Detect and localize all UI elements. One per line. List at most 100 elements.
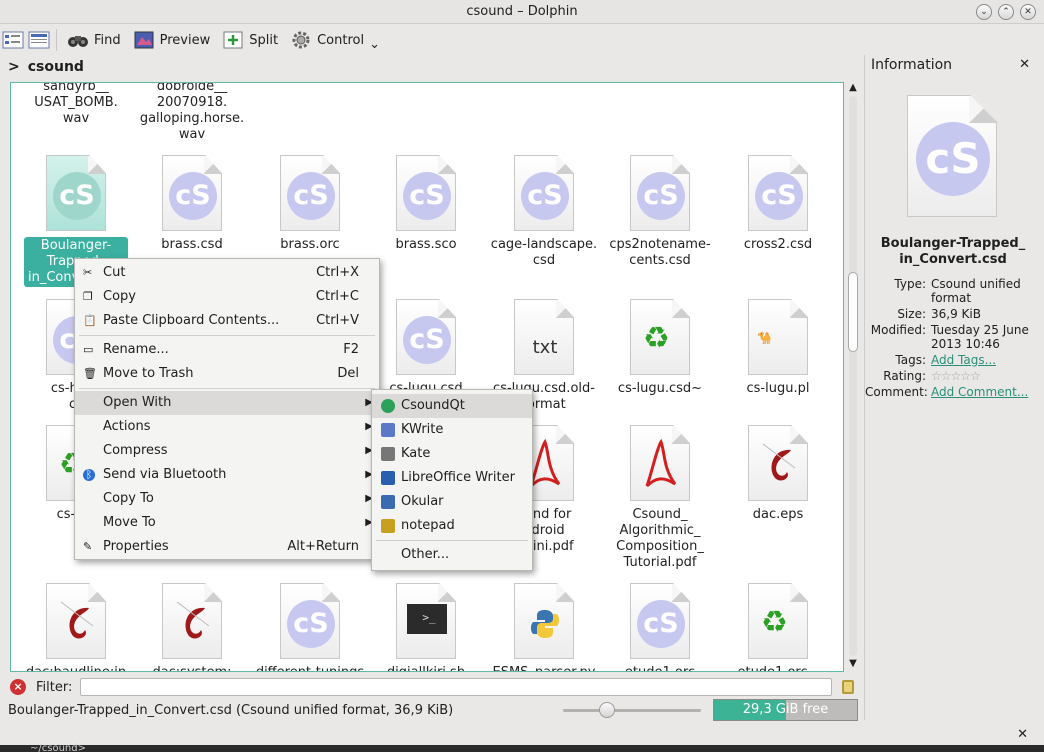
row1-file-1[interactable]: cS brass.csd xyxy=(137,155,247,253)
menu-item-copy[interactable]: ❐ Copy Ctrl+C xyxy=(75,285,379,309)
top-file-0[interactable]: sandyrb__ USAT_BOMB. wav xyxy=(21,83,131,127)
bluetooth-icon: ᛒ xyxy=(83,469,95,481)
row4-file-4[interactable]: ESMS_parser.py xyxy=(489,583,599,671)
terminal-area[interactable]: ~/csound> xyxy=(0,744,1044,752)
terminal-panel: ✕ ~/csound> xyxy=(0,725,1044,752)
open-with-notepad[interactable]: notepad xyxy=(372,514,532,538)
terminal-close-icon[interactable]: ✕ xyxy=(1017,727,1028,742)
details-view-button[interactable] xyxy=(26,27,52,53)
row4-file-2[interactable]: cS different-tunings xyxy=(255,583,365,671)
row2-file-6[interactable]: 🐪 cs-lugu.pl xyxy=(723,299,833,397)
file-name: cs-lugu.pl xyxy=(746,381,810,396)
top-file-1[interactable]: dobroide__ 20070918. galloping.horse. wav xyxy=(137,83,247,143)
scroll-down-icon[interactable]: ▼ xyxy=(846,658,860,670)
scroll-up-icon[interactable]: ▲ xyxy=(846,82,860,94)
info-value: ☆☆☆☆☆ xyxy=(931,369,1036,383)
row4-file-6[interactable]: ♻ etude1.orc~ xyxy=(723,583,833,671)
menu-item-label: Send via Bluetooth xyxy=(103,467,227,482)
info-link[interactable]: Add Tags... xyxy=(931,353,996,367)
camel-icon: 🐪 xyxy=(748,299,808,375)
menu-item-cut[interactable]: ✂ Cut Ctrl+X xyxy=(75,261,379,285)
file-name: cross2.csd xyxy=(743,237,813,252)
menu-item-label: Actions xyxy=(103,419,151,434)
file-name: digiallkiri.sh xyxy=(371,665,481,671)
icons-view-icon xyxy=(2,31,24,49)
row2-file-5[interactable]: ♻ cs-lugu.csd~ xyxy=(605,299,715,397)
open-with-kate[interactable]: Kate xyxy=(372,442,532,466)
menu-item-actions[interactable]: Actions ▶ xyxy=(75,415,379,439)
close-button[interactable]: ✕ xyxy=(1020,4,1036,20)
window-title: csound – Dolphin xyxy=(466,4,578,19)
free-space-label: 29,3 GiB free xyxy=(742,702,829,717)
row1-file-6[interactable]: cS cross2.csd xyxy=(723,155,833,253)
csound-file-icon: cS xyxy=(907,95,997,217)
info-value[interactable]: Add Comment... xyxy=(931,385,1036,399)
row2-file-3[interactable]: cScs-lugu.csd xyxy=(371,299,481,397)
open-with-other[interactable]: Other... xyxy=(372,543,532,567)
file-view-scrollbar[interactable]: ▲ ▼ xyxy=(846,82,860,672)
split-button[interactable]: Split xyxy=(216,27,284,53)
row3-file-6[interactable]: dac.eps xyxy=(723,425,833,523)
zoom-slider[interactable] xyxy=(563,702,701,718)
breadcrumb-folder[interactable]: csound xyxy=(28,59,84,75)
scrollbar-thumb[interactable] xyxy=(848,272,858,352)
maximize-button[interactable]: ⌃ xyxy=(998,4,1014,20)
row4-file-1[interactable]: dac:system: xyxy=(137,583,247,671)
file-name: brass.orc xyxy=(280,237,340,252)
row1-file-5[interactable]: cS cps2notename-cents.csd xyxy=(605,155,715,269)
menu-item-shortcut: Alt+Return xyxy=(287,539,359,554)
menu-item-open-with[interactable]: Open With ▶ xyxy=(75,391,379,415)
recycle-icon: ♻ xyxy=(630,299,690,375)
file-name: etude1.orc~ xyxy=(723,665,833,671)
row1-file-2[interactable]: cS brass.orc xyxy=(255,155,365,253)
rating-stars-icon[interactable]: ☆☆☆☆☆ xyxy=(931,369,981,383)
menu-item-move-to[interactable]: Move To ▶ xyxy=(75,511,379,535)
details-view-icon xyxy=(28,31,50,49)
menu-item-send-via-bluetooth[interactable]: ᛒ Send via Bluetooth ▶ xyxy=(75,463,379,487)
menu-item-compress[interactable]: Compress ▶ xyxy=(75,439,379,463)
row1-file-3[interactable]: cS brass.sco xyxy=(371,155,481,253)
rename-icon: ▭ xyxy=(83,343,94,356)
vector-icon xyxy=(748,425,808,501)
info-link[interactable]: Add Comment... xyxy=(931,385,1028,399)
file-name: dac:system: xyxy=(137,665,247,671)
app-icon xyxy=(381,447,395,461)
row4-file-5[interactable]: cS etude1.orc xyxy=(605,583,715,671)
lock-icon[interactable] xyxy=(842,680,854,694)
control-button[interactable]: Control ⌄ xyxy=(284,27,386,53)
open-with-csoundqt[interactable]: CsoundQt xyxy=(372,394,532,418)
minimize-button[interactable]: ⌄ xyxy=(976,4,992,20)
open-with-okular[interactable]: Okular xyxy=(372,490,532,514)
close-filter-icon[interactable]: × xyxy=(10,679,26,695)
menu-item-move-to-trash[interactable]: 🗑 Move to Trash Del xyxy=(75,362,379,386)
info-close-icon[interactable]: ✕ xyxy=(1019,57,1030,72)
file-name: brass.sco xyxy=(395,237,457,252)
breadcrumb[interactable]: > csound xyxy=(8,58,84,76)
open-with-libreoffice-writer[interactable]: LibreOffice Writer xyxy=(372,466,532,490)
zoom-slider-knob[interactable] xyxy=(599,702,615,718)
preview-button[interactable]: Preview xyxy=(127,27,217,53)
row4-file-3[interactable]: >_ digiallkiri.sh xyxy=(371,583,481,671)
csound-icon: cS xyxy=(630,583,690,659)
row4-file-0[interactable]: dac:haudline:in xyxy=(21,583,131,671)
menu-item-rename[interactable]: ▭ Rename... F2 xyxy=(75,338,379,362)
file-name: cps2notename-cents.csd xyxy=(609,237,711,268)
menu-item-properties[interactable]: ✎ Properties Alt+Return xyxy=(75,535,379,559)
window-titlebar: csound – Dolphin ⌄ ⌃ ✕ xyxy=(0,0,1044,24)
app-icon xyxy=(381,519,395,533)
filter-input[interactable] xyxy=(80,678,833,696)
icons-view-button[interactable] xyxy=(0,27,26,53)
menu-item-paste-clipboard-contents[interactable]: 📋 Paste Clipboard Contents... Ctrl+V xyxy=(75,309,379,333)
find-button[interactable]: Find xyxy=(61,27,127,53)
info-row: Modified: Tuesday 25 June 2013 10:46 xyxy=(865,323,1041,351)
info-key: Comment: xyxy=(865,385,928,399)
free-space-indicator[interactable]: 29,3 GiB free xyxy=(713,699,858,721)
scrollbar-track[interactable] xyxy=(849,96,857,656)
open-with-kwrite[interactable]: KWrite xyxy=(372,418,532,442)
info-value: Csound unified format xyxy=(931,277,1021,305)
row3-file-5[interactable]: Csound_ Algorithmic_ Composition_ Tutorial.… xyxy=(605,425,715,571)
chevron-down-icon: ⌄ xyxy=(369,36,380,52)
info-value[interactable]: Add Tags... xyxy=(931,353,1036,367)
menu-item-copy-to[interactable]: Copy To ▶ xyxy=(75,487,379,511)
row1-file-4[interactable]: cS cage-landscape. csd xyxy=(489,155,599,269)
